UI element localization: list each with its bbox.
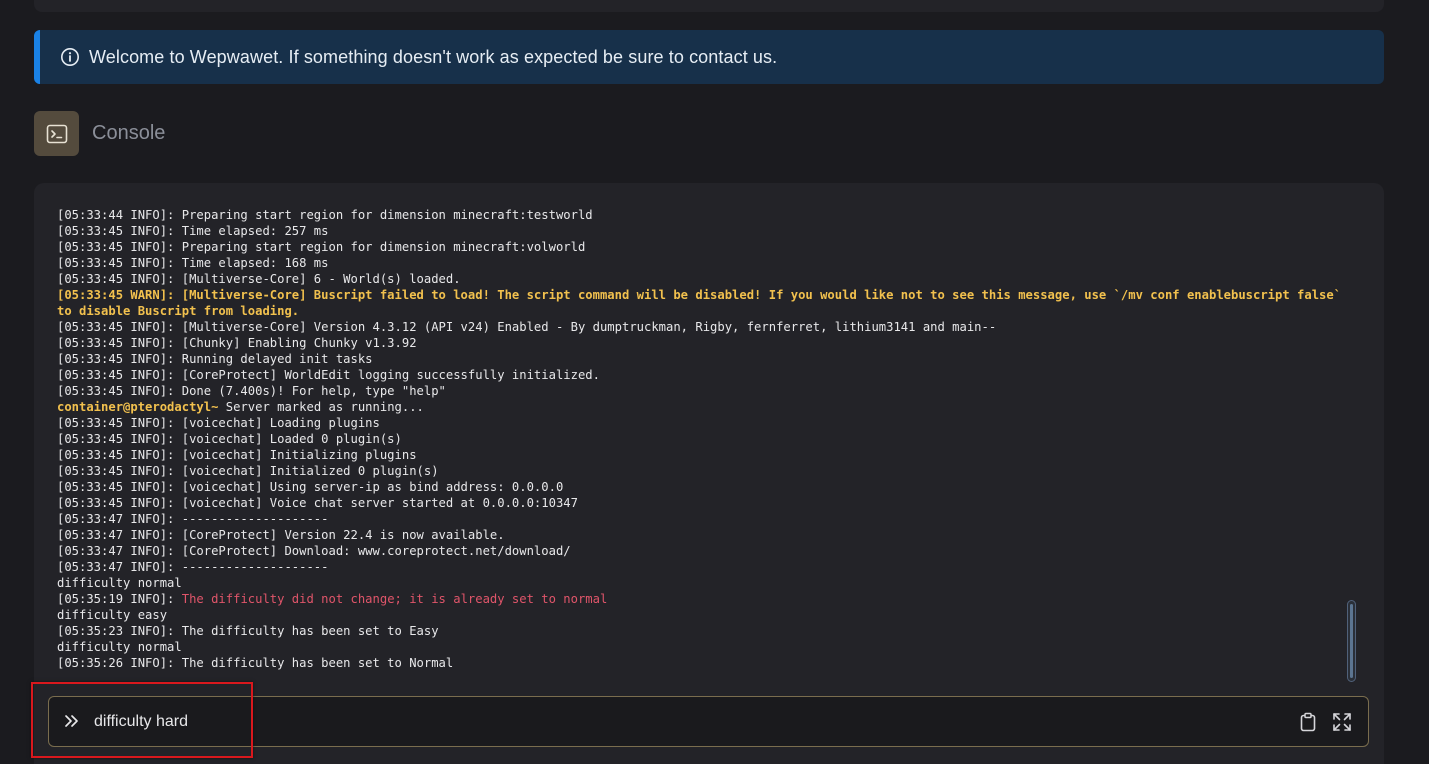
log-line: [05:33:45 INFO]: Preparing start region … (57, 240, 586, 254)
log-line: [05:33:45 INFO]: Done (7.400s)! For help… (57, 384, 446, 398)
log-line: difficulty easy (57, 608, 168, 622)
console-output: [05:33:44 INFO]: Preparing start region … (57, 207, 1347, 671)
log-line: [05:33:45 WARN]: [Multiverse-Core] Buscr… (57, 288, 1349, 318)
log-line: container@pterodactyl~ Server marked as … (57, 400, 424, 414)
log-line: [05:33:45 INFO]: [voicechat] Loading plu… (57, 416, 380, 430)
command-input-box[interactable] (48, 696, 1369, 747)
log-line: [05:33:45 INFO]: [Chunky] Enabling Chunk… (57, 336, 417, 350)
log-line: [05:33:45 INFO]: [voicechat] Initializin… (57, 448, 417, 462)
scrollbar-thumb[interactable] (1350, 604, 1353, 678)
log-line: [05:33:45 INFO]: [CoreProtect] WorldEdit… (57, 368, 600, 382)
log-line: [05:35:19 INFO]: The difficulty did not … (57, 592, 608, 606)
log-line: [05:33:47 INFO]: -------------------- (57, 512, 329, 526)
welcome-alert: Welcome to Wepwawet. If something doesn'… (34, 30, 1384, 84)
log-line: [05:33:47 INFO]: [CoreProtect] Version 2… (57, 528, 505, 542)
chevrons-right-icon (63, 712, 81, 730)
log-line: [05:33:45 INFO]: [Multiverse-Core] 6 - W… (57, 272, 461, 286)
info-circle-icon (60, 47, 80, 67)
console-header: Console (34, 111, 165, 156)
log-line: [05:33:45 INFO]: Time elapsed: 168 ms (57, 256, 329, 270)
log-line: difficulty normal (57, 640, 182, 654)
log-line: [05:33:45 INFO]: Time elapsed: 257 ms (57, 224, 329, 238)
log-line: [05:33:45 INFO]: [voicechat] Initialized… (57, 464, 439, 478)
log-line: [05:33:47 INFO]: [CoreProtect] Download:… (57, 544, 571, 558)
log-line: [05:35:23 INFO]: The difficulty has been… (57, 624, 439, 638)
server-info-card (34, 0, 1384, 12)
log-line: [05:33:47 INFO]: -------------------- (57, 560, 329, 574)
alert-message: Welcome to Wepwawet. If something doesn'… (89, 46, 778, 67)
clipboard-icon[interactable] (1298, 712, 1318, 732)
alert-stripe (34, 30, 40, 84)
input-actions (1298, 712, 1352, 732)
console-title: Console (92, 122, 166, 144)
log-line: [05:33:45 INFO]: [Multiverse-Core] Versi… (57, 320, 997, 334)
command-input[interactable] (94, 707, 1274, 737)
log-line: [05:33:45 INFO]: [voicechat] Loaded 0 pl… (57, 432, 402, 446)
expand-icon[interactable] (1332, 712, 1352, 732)
terminal-icon (34, 111, 79, 156)
log-line: [05:33:45 INFO]: Running delayed init ta… (57, 352, 373, 366)
log-line: difficulty normal (57, 576, 182, 590)
log-line: [05:33:45 INFO]: [voicechat] Voice chat … (57, 496, 578, 510)
console-scrollbar[interactable] (1347, 600, 1356, 682)
log-line: [05:33:45 INFO]: [voicechat] Using serve… (57, 480, 564, 494)
log-line: [05:35:26 INFO]: The difficulty has been… (57, 656, 454, 670)
log-line: [05:33:44 INFO]: Preparing start region … (57, 208, 593, 222)
